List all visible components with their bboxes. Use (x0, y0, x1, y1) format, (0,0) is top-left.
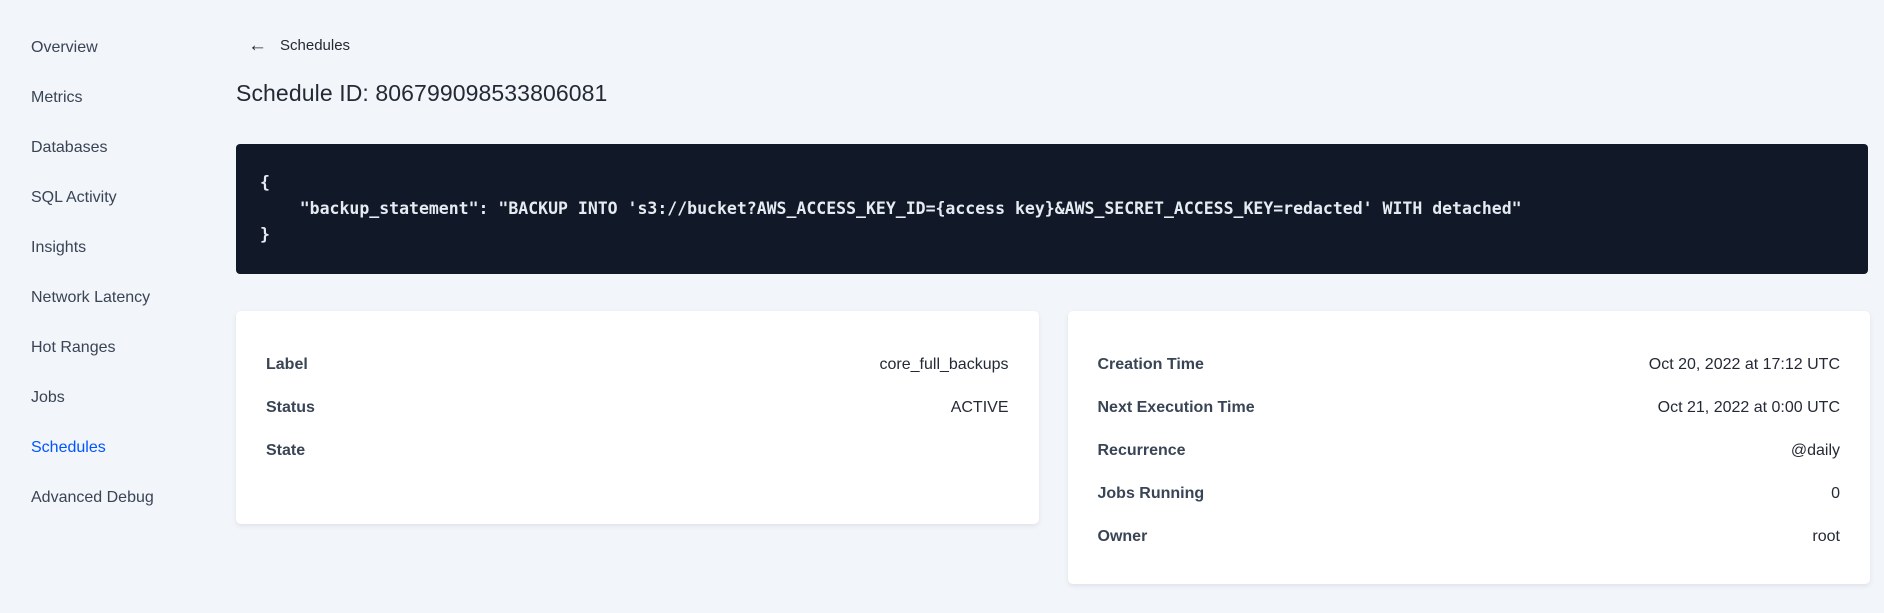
sidebar-item-jobs[interactable]: Jobs (0, 373, 236, 423)
next-execution-time-value: Oct 21, 2022 at 0:00 UTC (1657, 398, 1840, 416)
detail-row-next-execution-time: Next Execution Time Oct 21, 2022 at 0:00… (1098, 386, 1841, 429)
sidebar-item-overview[interactable]: Overview (0, 23, 236, 73)
detail-row-owner: Owner root (1098, 515, 1841, 558)
sidebar-item-insights[interactable]: Insights (0, 223, 236, 273)
detail-row-status: Status ACTIVE (266, 386, 1009, 429)
sidebar-item-schedules[interactable]: Schedules (0, 423, 236, 473)
detail-row-creation-time: Creation Time Oct 20, 2022 at 17:12 UTC (1098, 343, 1841, 386)
sidebar-nav: Overview Metrics Databases SQL Activity … (0, 0, 236, 613)
detail-row-state: State (266, 429, 1009, 472)
schedule-timing-card: Creation Time Oct 20, 2022 at 17:12 UTC … (1067, 311, 1870, 584)
sidebar-item-advanced-debug[interactable]: Advanced Debug (0, 473, 236, 523)
status-value: ACTIVE (950, 398, 1009, 416)
back-to-schedules-link[interactable]: ← Schedules (236, 36, 350, 55)
detail-row-jobs-running: Jobs Running 0 (1098, 472, 1841, 515)
code-line-backup-statement: "backup_statement": "BACKUP INTO 's3://b… (260, 199, 1522, 218)
schedule-summary-card: Label core_full_backups Status ACTIVE St… (236, 311, 1039, 524)
label-value: core_full_backups (879, 355, 1009, 373)
jobs-running-value: 0 (1831, 484, 1840, 502)
recurrence-key: Recurrence (1097, 441, 1186, 459)
sidebar-item-network-latency[interactable]: Network Latency (0, 273, 236, 323)
code-line-close-brace: } (260, 225, 270, 244)
recurrence-value: @daily (1790, 441, 1840, 459)
jobs-running-key: Jobs Running (1097, 484, 1205, 502)
state-key: State (266, 441, 306, 459)
back-arrow-icon: ← (248, 35, 267, 56)
detail-row-label: Label core_full_backups (266, 343, 1009, 386)
detail-row-recurrence: Recurrence @daily (1098, 429, 1841, 472)
schedule-details-page: ← Schedules Schedule ID: 806799098533806… (236, 0, 1870, 613)
sidebar-item-sql-activity[interactable]: SQL Activity (0, 173, 236, 223)
label-key: Label (266, 355, 308, 373)
next-execution-time-key: Next Execution Time (1097, 398, 1255, 416)
creation-time-key: Creation Time (1097, 355, 1204, 373)
creation-time-value: Oct 20, 2022 at 17:12 UTC (1648, 355, 1840, 373)
sidebar-item-databases[interactable]: Databases (0, 123, 236, 173)
owner-value: root (1812, 527, 1840, 545)
sidebar-item-hot-ranges[interactable]: Hot Ranges (0, 323, 236, 373)
detail-cards-row: Label core_full_backups Status ACTIVE St… (236, 311, 1870, 584)
back-link-label: Schedules (280, 37, 351, 54)
sidebar-item-metrics[interactable]: Metrics (0, 73, 236, 123)
code-line-open-brace: { (260, 173, 270, 192)
owner-key: Owner (1097, 527, 1148, 545)
backup-statement-code-block: { "backup_statement": "BACKUP INTO 's3:/… (236, 144, 1868, 274)
page-title: Schedule ID: 806799098533806081 (236, 80, 608, 106)
status-key: Status (266, 398, 315, 416)
